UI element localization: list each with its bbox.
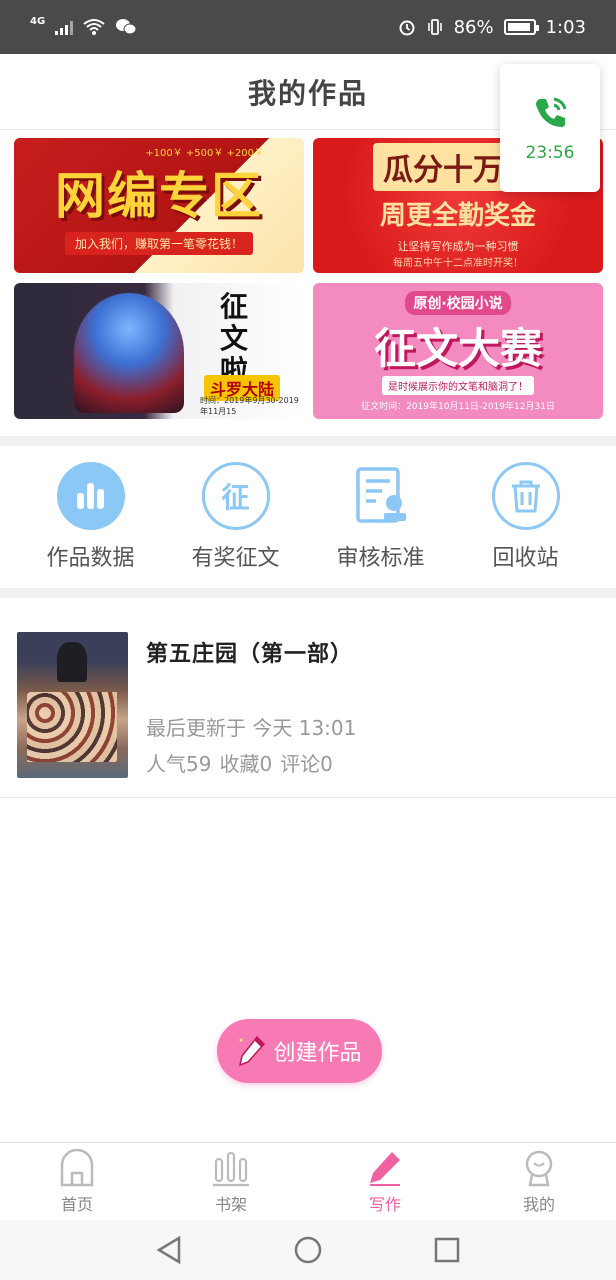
home-icon [60,1148,94,1186]
bottom-nav: 首页 书架 写作 我的 [0,1142,616,1220]
banner-date: 时间：2019年9月30-2019年11月15 [200,396,299,416]
pen-icon [370,1151,400,1186]
banner-douluo-contest[interactable]: 征文啦 斗罗大陆 时间：2019年9月30-2019年11月15 [14,283,304,419]
nav-label: 书架 [214,1194,247,1214]
phone-icon [536,97,567,127]
banner-editor-zone[interactable]: +100￥ +500￥ +200￥ 网编专区 加入我们，赚取第一笔零花钱！ [14,138,304,273]
work-comments: 评论0 [280,752,333,776]
work-stats: 人气59 收藏0 评论0 [146,748,333,777]
banner-subtitle-2: 每周五中午十二点准时开奖！ [393,257,523,269]
menu-label: 作品数据 [46,546,135,571]
battery-percent: 86% [453,16,494,38]
status-bar: 4G 86% 1:03 [0,0,616,54]
banner-title: 征文啦 [219,290,248,387]
trash-icon [491,462,560,530]
section-divider [0,436,616,446]
banner-title-top: 原创·校园小说 [405,290,511,315]
signal-icon [55,19,74,35]
home-circle-icon[interactable] [293,1235,323,1265]
create-work-label: 创建作品 [273,1041,362,1066]
system-nav-bar [0,1220,616,1280]
section-divider [0,588,616,598]
banner-title: 网编专区 [55,167,263,225]
wechat-icon [116,19,137,35]
network-type: 4G [30,15,46,27]
bar-chart-icon [56,462,125,530]
nav-bookshelf[interactable]: 书架 [171,1149,291,1215]
menu-label: 有奖征文 [191,546,280,571]
menu-label: 回收站 [492,546,559,571]
banner-subtitle: 是时候展示你的文笔和脑洞了！ [382,375,534,395]
status-time: 1:03 [545,16,586,38]
create-work-button[interactable]: 创建作品 [217,1019,382,1083]
banner-subtitle: 加入我们，赚取第一笔零花钱！ [64,232,253,255]
banner-character-art [74,293,184,413]
nav-label: 首页 [60,1194,93,1214]
nav-label: 我的 [522,1194,555,1214]
back-icon[interactable] [155,1235,183,1265]
quick-menu: 作品数据 征 有奖征文 审核标准 回收站 [0,446,616,588]
nav-label: 写作 [368,1194,401,1214]
wifi-icon [83,19,105,35]
profile-icon [525,1150,553,1186]
work-title: 第五庄园（第一部） [146,642,354,667]
recent-apps-icon[interactable] [433,1236,461,1264]
call-timer: 23:56 [525,143,575,163]
work-popularity: 人气59 [146,752,212,776]
battery-icon [503,19,539,35]
page-title: 我的作品 [247,76,368,110]
review-standard-icon [347,462,415,530]
work-card[interactable]: 第五庄园（第一部） 最后更新于 今天 13:01 人气59 收藏0 评论0 [0,598,616,798]
work-updated: 最后更新于 今天 13:01 [146,716,357,740]
bookshelf-icon [213,1151,249,1186]
contest-icon: 征 [201,462,270,530]
nav-profile[interactable]: 我的 [479,1149,599,1215]
banner-bonus-tags: +100￥ +500￥ +200￥ [145,148,264,159]
work-cover [17,632,128,778]
banner-title-2: 周更全勤奖金 [379,200,536,231]
status-right: 86% 1:03 [398,17,586,38]
banner-campus-contest[interactable]: 原创·校园小说 征文大赛 是时候展示你的文笔和脑洞了！ 征文时间：2019年10… [313,283,603,419]
banner-title: 征文大赛 [373,323,542,373]
call-widget[interactable]: 23:56 [500,64,600,192]
pencil-icon [239,1035,266,1067]
alarm-icon [399,20,415,36]
menu-work-data[interactable]: 作品数据 [21,462,161,572]
status-left: 4G [30,15,137,36]
nav-home[interactable]: 首页 [17,1148,137,1215]
work-favorites: 收藏0 [219,752,273,776]
nav-write[interactable]: 写作 [325,1149,445,1215]
banner-date: 征文时间：2019年10月11日-2019年12月31日 [361,401,555,412]
menu-recycle-bin[interactable]: 回收站 [456,462,596,572]
menu-review-standard[interactable]: 审核标准 [311,462,451,572]
menu-contest[interactable]: 征 有奖征文 [166,462,306,572]
vibrate-icon [427,19,442,35]
menu-label: 审核标准 [336,546,425,571]
banner-subtitle: 让坚持写作成为一种习惯 [397,239,519,253]
